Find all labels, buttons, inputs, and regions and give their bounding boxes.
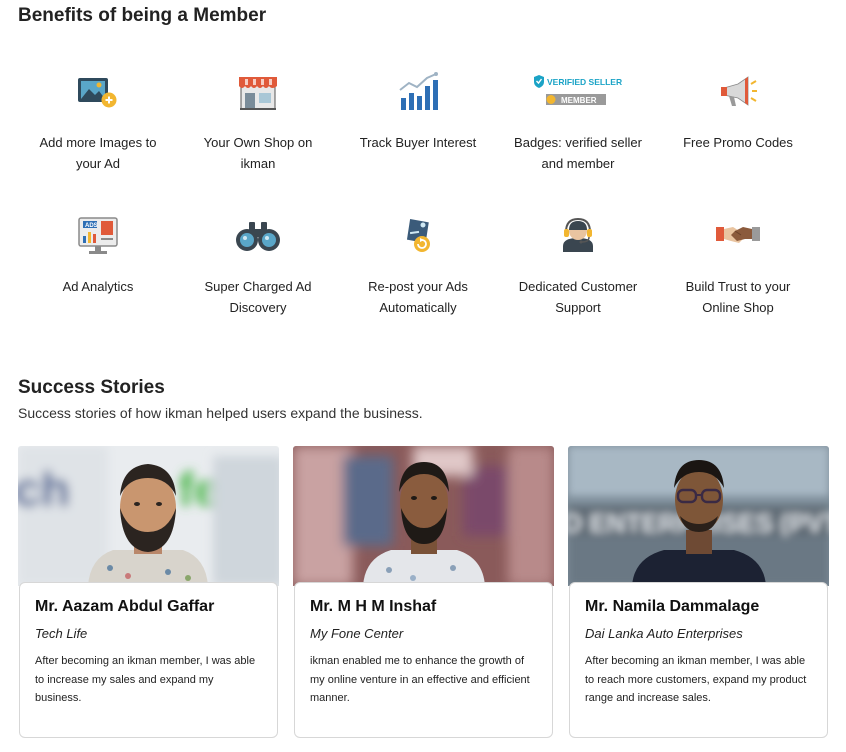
benefit-label: Build Trust to your Online Shop xyxy=(685,279,791,315)
benefit-label: Ad Analytics xyxy=(62,279,134,294)
story-photo: ch fe xyxy=(18,446,279,586)
story-quote: ikman enabled me to enhance the growth o… xyxy=(310,655,530,704)
shop-icon xyxy=(234,68,282,116)
benefit-ad-discovery: Super Charged Ad Discovery xyxy=(178,212,338,356)
story-card: Mr. M H M Inshaf My Fone Center ikman en… xyxy=(293,446,554,740)
benefits-grid: Add more Images to your Ad Your Own Shop xyxy=(18,68,818,356)
benefit-badges: VERIFIED SELLER MEMBER Badges: verified … xyxy=(498,68,658,212)
badges-icon: VERIFIED SELLER MEMBER xyxy=(528,68,628,116)
success-stories-subtitle: Success stories of how ikman helped user… xyxy=(18,405,423,421)
benefit-label: Add more Images to your Ad xyxy=(39,135,157,171)
benefit-label: Free Promo Codes xyxy=(683,135,793,150)
story-name: Mr. Namila Dammalage xyxy=(585,598,760,615)
support-headset-icon xyxy=(554,212,602,260)
repost-tag-icon xyxy=(394,212,442,260)
benefit-label: Badges: verified seller and member xyxy=(514,135,642,171)
story-name: Mr. Aazam Abdul Gaffar xyxy=(35,598,215,615)
verified-seller-badge-text: VERIFIED SELLER xyxy=(547,77,622,87)
svg-text:ch: ch xyxy=(18,464,70,517)
story-company: My Fone Center xyxy=(310,626,404,641)
story-card-body: Mr. Aazam Abdul Gaffar Tech Life After b… xyxy=(19,582,278,738)
benefit-label: Dedicated Customer Support xyxy=(518,279,638,315)
benefit-label: Your Own Shop on ikman xyxy=(203,135,313,171)
handshake-icon xyxy=(714,212,762,260)
growth-chart-icon xyxy=(394,68,442,116)
image-add-icon xyxy=(74,68,122,116)
binoculars-icon xyxy=(234,212,282,260)
story-card-body: Mr. Namila Dammalage Dai Lanka Auto Ente… xyxy=(569,582,828,738)
benefits-row: ADS Ad Analytics Super Charged Ad Discov… xyxy=(18,212,818,356)
success-stories-heading: Success Stories xyxy=(18,377,165,398)
svg-text:ADS: ADS xyxy=(85,223,98,229)
benefit-label: Re-post your Ads Automatically xyxy=(368,279,468,315)
benefit-build-trust: Build Trust to your Online Shop xyxy=(658,212,818,356)
megaphone-icon xyxy=(714,68,762,116)
analytics-monitor-icon: ADS xyxy=(74,212,122,260)
story-company: Dai Lanka Auto Enterprises xyxy=(585,626,743,641)
member-badge-text: MEMBER xyxy=(561,96,597,105)
benefit-label: Super Charged Ad Discovery xyxy=(204,279,312,315)
benefits-row: Add more Images to your Ad Your Own Shop xyxy=(18,68,818,212)
benefits-heading: Benefits of being a Member xyxy=(18,5,267,26)
benefit-customer-support: Dedicated Customer Support xyxy=(498,212,658,356)
benefit-track-interest: Track Buyer Interest xyxy=(338,68,498,212)
story-card-body: Mr. M H M Inshaf My Fone Center ikman en… xyxy=(294,582,553,738)
story-card: ch fe Mr. Aazam Abdul Gaffar Tech Life A… xyxy=(18,446,279,740)
story-quote: After becoming an ikman member, I was ab… xyxy=(35,655,256,704)
benefit-repost-ads: Re-post your Ads Automatically xyxy=(338,212,498,356)
story-company: Tech Life xyxy=(35,626,88,641)
benefit-label: Track Buyer Interest xyxy=(359,135,477,150)
benefit-promo-codes: Free Promo Codes xyxy=(658,68,818,212)
success-stories-list: ch fe Mr. Aazam Abdul Gaffar Tech Life A… xyxy=(18,446,829,742)
story-photo xyxy=(293,446,554,586)
benefit-own-shop: Your Own Shop on ikman xyxy=(178,68,338,212)
story-photo: O ENTERPRISES (PVT) xyxy=(568,446,829,586)
story-card: O ENTERPRISES (PVT) Mr. Namila Dammalage… xyxy=(568,446,829,740)
story-quote: After becoming an ikman member, I was ab… xyxy=(585,655,807,704)
benefit-more-images: Add more Images to your Ad xyxy=(18,68,178,212)
story-name: Mr. M H M Inshaf xyxy=(310,598,437,615)
benefit-ad-analytics: ADS Ad Analytics xyxy=(18,212,178,356)
